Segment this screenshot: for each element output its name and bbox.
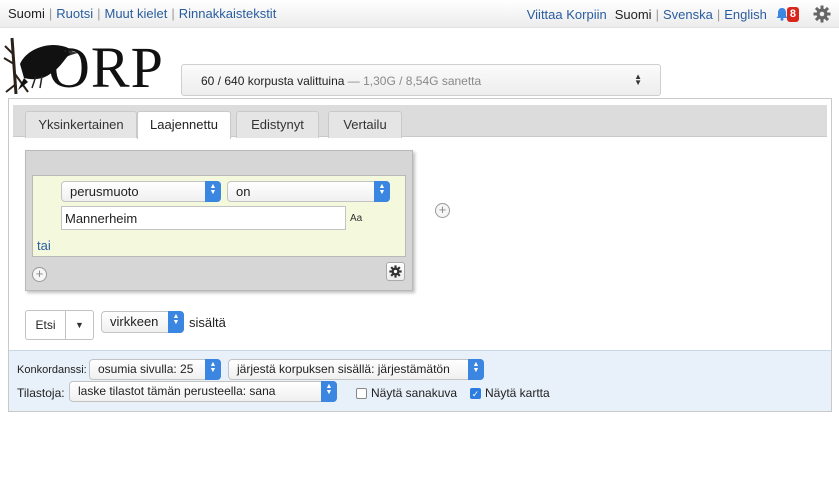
within-select-value: virkkeen bbox=[110, 314, 159, 329]
separator: | bbox=[48, 6, 53, 21]
chevron-up-down-icon: ▲ ▼ bbox=[634, 72, 642, 87]
tab-compare[interactable]: Vertailu bbox=[328, 111, 402, 138]
within-select[interactable]: virkkeen ▲ ▼ bbox=[101, 311, 184, 333]
sort-select-value: järjestä korpuksen sisällä: järjestämätö… bbox=[237, 362, 450, 376]
top-right-links: Viittaa Korpiin Suomi | Svenska | English 8 bbox=[527, 5, 831, 23]
show-wordpicture-checkbox[interactable] bbox=[356, 388, 367, 399]
search-button[interactable]: Etsi bbox=[26, 311, 66, 339]
corpus-size-info: — 1,30G / 8,54G sanetta bbox=[344, 74, 482, 88]
show-map-checkbox[interactable]: ✓ bbox=[470, 388, 481, 399]
search-panel: Yksinkertainen Laajennettu Edistynyt Ver… bbox=[8, 98, 832, 412]
mode-ruotsi[interactable]: Ruotsi bbox=[56, 6, 93, 21]
concordance-label: Konkordanssi: bbox=[17, 364, 87, 376]
mode-muut-kielet[interactable]: Muut kielet bbox=[105, 6, 168, 21]
settings-gear-icon[interactable] bbox=[813, 5, 831, 23]
separator: | bbox=[97, 6, 101, 21]
statistics-by-select[interactable]: laske tilastot tämän perusteella: sana ▲… bbox=[69, 381, 337, 402]
corpus-selected-count: 60 / 640 korpusta valittuina bbox=[201, 74, 345, 88]
add-query-box-plus-icon[interactable]: + bbox=[435, 203, 450, 218]
chevron-up-down-icon: ▲ ▼ bbox=[205, 359, 221, 380]
separator: | bbox=[716, 6, 721, 22]
tab-advanced[interactable]: Edistynyt bbox=[236, 111, 319, 138]
attribute-select[interactable]: perusmuoto ▲ ▼ bbox=[61, 181, 221, 202]
search-options-bar: Konkordanssi: osumia sivulla: 25 ▲ ▼ järj… bbox=[9, 350, 831, 411]
chevron-up-down-icon: ▲ ▼ bbox=[321, 381, 337, 402]
separator: | bbox=[655, 6, 659, 22]
chevron-up-down-icon: ▲ ▼ bbox=[374, 181, 390, 202]
tab-simple[interactable]: Yksinkertainen bbox=[25, 111, 137, 138]
separator: | bbox=[171, 6, 175, 21]
search-button-group: Etsi ▼ bbox=[25, 310, 94, 340]
sort-select[interactable]: järjestä korpuksen sisällä: järjestämätö… bbox=[228, 359, 484, 380]
show-wordpicture-label: Näytä sanakuva bbox=[371, 386, 458, 400]
korp-logo[interactable]: ORP bbox=[2, 34, 172, 100]
chevron-down-icon[interactable]: ▼ bbox=[66, 311, 93, 339]
query-token-row: perusmuoto ▲ ▼ on ▲ ▼ Mannerheim Aa tai bbox=[32, 175, 406, 257]
chevron-up-down-icon: ▲ ▼ bbox=[205, 181, 221, 202]
operator-select[interactable]: on ▲ ▼ bbox=[227, 181, 390, 202]
mode-rinnakkaistekstit[interactable]: Rinnakkaistekstit bbox=[179, 6, 277, 21]
case-insensitive-toggle[interactable]: Aa bbox=[350, 213, 362, 224]
attribute-select-value: perusmuoto bbox=[70, 184, 139, 199]
show-map-label: Näytä kartta bbox=[485, 386, 550, 400]
mode-suomi[interactable]: Suomi bbox=[8, 6, 45, 21]
language-svenska[interactable]: Svenska bbox=[663, 7, 713, 22]
hits-per-page-select[interactable]: osumia sivulla: 25 ▲ ▼ bbox=[89, 359, 221, 380]
token-settings-gear-icon[interactable] bbox=[386, 262, 405, 281]
language-english[interactable]: English bbox=[724, 7, 767, 22]
cite-korp-link[interactable]: Viittaa Korpiin bbox=[527, 7, 607, 22]
statistics-label: Tilastoja: bbox=[17, 386, 65, 400]
tab-extended[interactable]: Laajennettu bbox=[137, 111, 231, 139]
logo-text: ORP bbox=[48, 35, 164, 100]
within-suffix-label: sisältä bbox=[189, 315, 226, 330]
top-navigation-bar: Suomi | Ruotsi | Muut kielet | Rinnakkaistekst… bbox=[0, 0, 839, 28]
add-token-plus-icon[interactable]: + bbox=[32, 267, 47, 282]
or-link[interactable]: tai bbox=[37, 238, 51, 253]
corpus-chooser[interactable]: 60 / 640 korpusta valittuina — 1,30G / 8… bbox=[181, 64, 661, 96]
chevron-up-down-icon: ▲ ▼ bbox=[468, 359, 484, 380]
bell-icon[interactable] bbox=[775, 7, 789, 21]
chevron-up-down-icon: ▲ ▼ bbox=[168, 311, 184, 333]
hits-per-page-value: osumia sivulla: 25 bbox=[98, 362, 194, 376]
operator-select-value: on bbox=[236, 184, 251, 199]
query-token-box: perusmuoto ▲ ▼ on ▲ ▼ Mannerheim Aa tai + bbox=[25, 150, 413, 291]
corpus-mode-links: Suomi | Ruotsi | Muut kielet | Rinnakkaistekst… bbox=[8, 6, 276, 21]
search-tabs: Yksinkertainen Laajennettu Edistynyt Ver… bbox=[13, 105, 827, 139]
statistics-by-value: laske tilastot tämän perusteella: sana bbox=[78, 384, 276, 398]
language-suomi[interactable]: Suomi bbox=[615, 7, 652, 22]
value-input[interactable]: Mannerheim bbox=[61, 206, 346, 230]
